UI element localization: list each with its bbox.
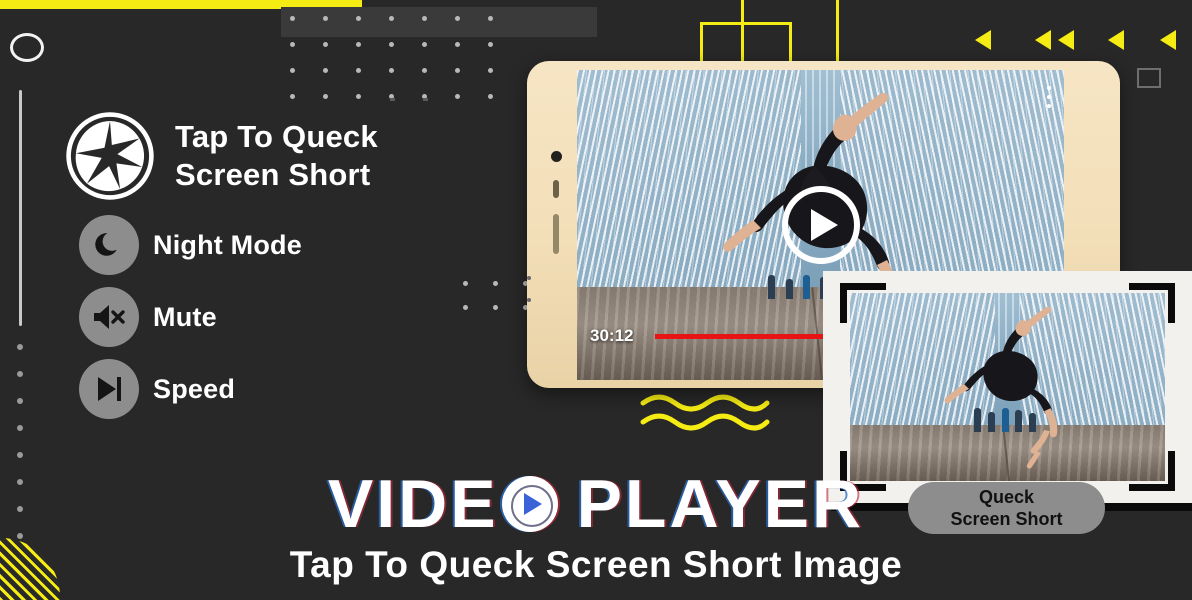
earpiece-slot xyxy=(553,180,559,198)
speaker-mute-icon xyxy=(79,287,139,347)
title-part-after: PLAYER xyxy=(576,466,865,542)
screenshot-preview-card[interactable] xyxy=(823,271,1192,503)
bezel-dots-decoration xyxy=(527,276,531,320)
feature-list: Tap To Queck Screen Short Night Mode Mut… xyxy=(62,108,378,419)
screenshot-thumbnail xyxy=(850,293,1165,481)
sensor-bar xyxy=(553,214,559,254)
aperture-icon xyxy=(62,108,157,203)
page-subtitle: Tap To Queck Screen Short Image xyxy=(289,544,903,585)
arrow-left-icon xyxy=(1160,30,1176,50)
arrow-left-icon xyxy=(1108,30,1124,50)
title-part-before: VIDE xyxy=(327,466,499,542)
corner-bracket-icon xyxy=(840,283,886,323)
arrow-left-icon xyxy=(1058,30,1074,50)
dot-grid-small xyxy=(463,281,533,317)
play-button[interactable] xyxy=(781,186,860,264)
front-camera-icon xyxy=(551,151,562,162)
vertical-line-decoration xyxy=(19,90,22,326)
feature-item-mute[interactable]: Mute xyxy=(62,287,378,347)
corner-bracket-icon xyxy=(1129,283,1175,323)
moon-icon xyxy=(79,215,139,275)
dancer-figure xyxy=(944,306,1058,469)
title-block: VIDE PLAYER Tap To Queck Screen Short Im… xyxy=(0,470,1192,586)
arrow-left-icon xyxy=(1035,30,1051,50)
feature-item-quick-screenshot[interactable]: Tap To Queck Screen Short xyxy=(62,108,378,203)
dot-grid-tail xyxy=(390,98,470,112)
promo-banner: Tap To Queck Screen Short Night Mode Mut… xyxy=(0,0,1192,600)
feature-item-label: Tap To Queck Screen Short xyxy=(175,118,378,192)
skip-forward-icon xyxy=(79,359,139,419)
feature-item-label: Mute xyxy=(153,301,217,332)
feature-item-speed[interactable]: Speed xyxy=(62,359,378,419)
feature-item-night-mode[interactable]: Night Mode xyxy=(62,215,378,275)
feature-item-label: Speed xyxy=(153,373,236,404)
feature-item-label: Night Mode xyxy=(153,229,302,260)
page-title: VIDE PLAYER xyxy=(328,470,864,538)
play-logo-icon xyxy=(501,476,558,532)
yellow-wave-lines xyxy=(640,392,770,437)
video-timestamp: 30:12 xyxy=(590,326,634,345)
arrow-left-icon xyxy=(975,30,991,50)
circle-outline-icon xyxy=(10,33,44,62)
gray-square-outline xyxy=(1137,68,1161,88)
kebab-menu-icon[interactable] xyxy=(1047,86,1051,113)
